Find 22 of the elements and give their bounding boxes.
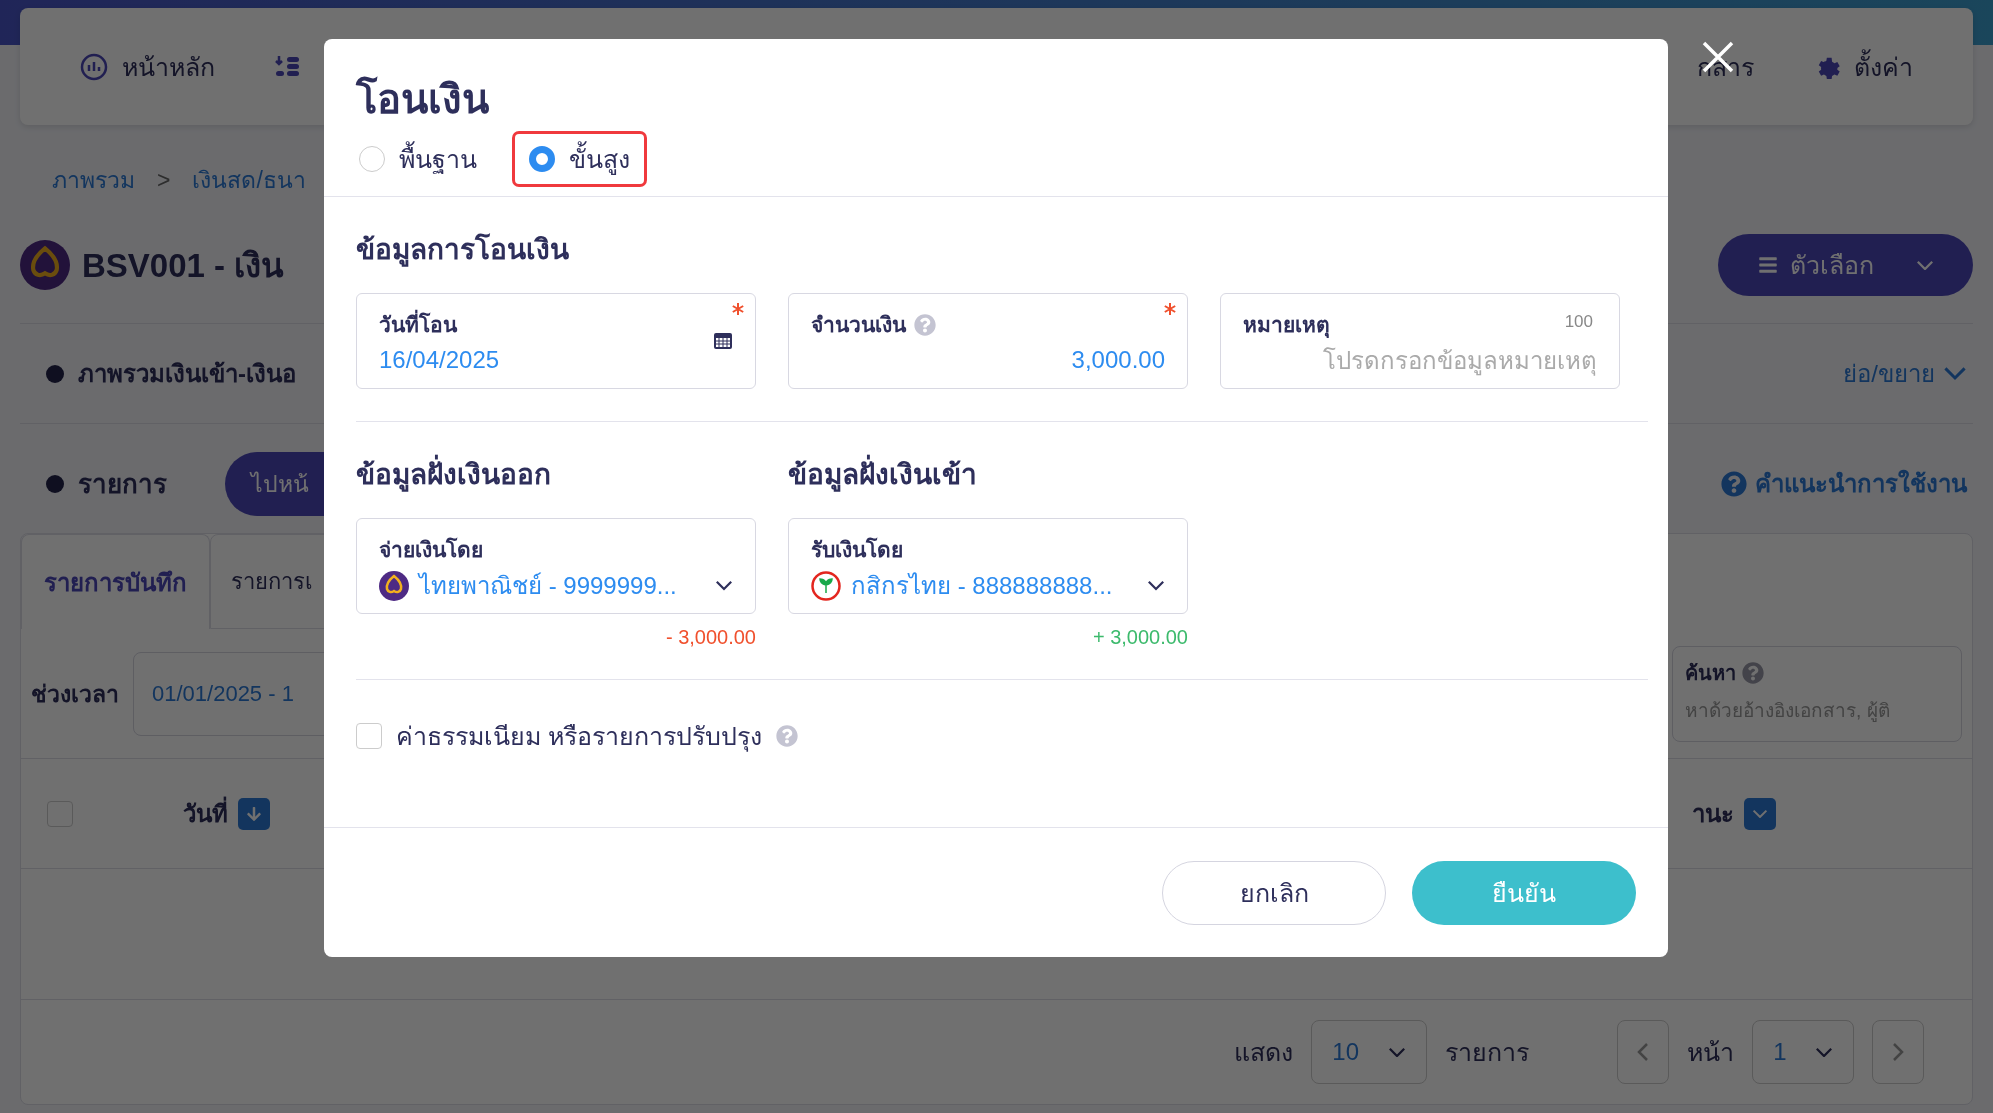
field-label: หมายเหตุ xyxy=(1243,312,1330,340)
show-label: แสดง xyxy=(1234,1037,1293,1068)
field-label: วันที่โอน xyxy=(379,308,457,341)
field-value: 3,000.00 xyxy=(1071,346,1165,374)
period-label: ช่วงเวลา xyxy=(31,679,119,709)
items-label: รายการ xyxy=(1445,1037,1529,1068)
field-value: 16/04/2025 xyxy=(379,346,500,374)
amount-change: + 3,000.00 xyxy=(1092,626,1188,649)
section-title: ภาพรวมเงินเข้า-เงินอ xyxy=(78,359,296,389)
page-title: BSV001 - เงิน xyxy=(82,245,285,286)
page-label: หน้า xyxy=(1687,1037,1734,1068)
section-title: รายการ xyxy=(78,468,167,501)
section-title: ข้อมูลฝั่งเงินเข้า xyxy=(788,452,1188,496)
placeholder-text: โปรดกรอกข้อมูลหมายเหตุ xyxy=(1323,346,1597,378)
dialog-title: โอนเงิน xyxy=(356,75,490,123)
breadcrumb-separator: > xyxy=(157,166,171,194)
section-title: ข้อมูลฝั่งเงินออก xyxy=(356,452,756,496)
section-title: ข้อมูลการโอนเงิน xyxy=(356,232,570,269)
field-label: จำนวนเงิน xyxy=(811,312,906,338)
search-label: ค้นหา xyxy=(1685,660,1736,686)
amount-change: - 3,000.00 xyxy=(665,626,756,649)
character-counter: 100 xyxy=(1564,312,1593,332)
